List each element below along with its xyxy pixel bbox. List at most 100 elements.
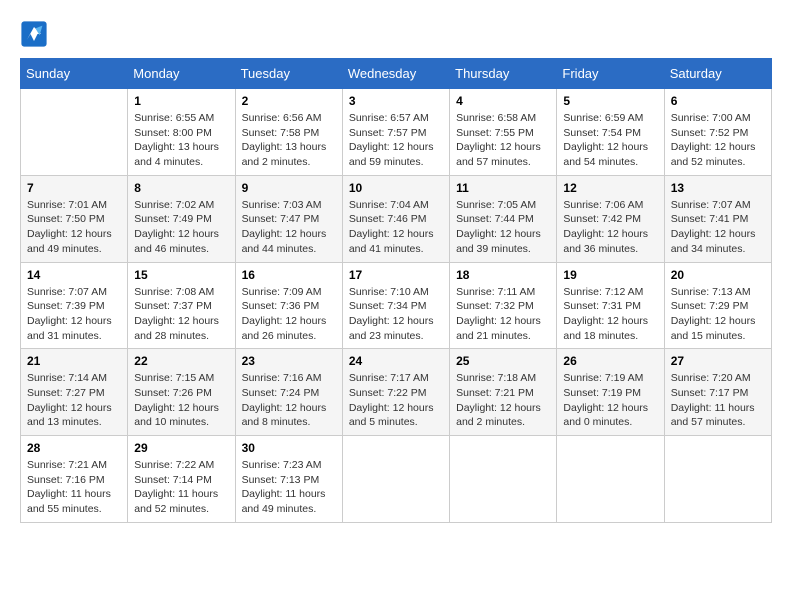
day-info: Sunrise: 6:56 AM Sunset: 7:58 PM Dayligh… [242, 111, 336, 170]
week-row-2: 7 Sunrise: 7:01 AM Sunset: 7:50 PM Daylig… [21, 175, 772, 262]
day-info: Sunrise: 7:12 AM Sunset: 7:31 PM Dayligh… [563, 285, 657, 344]
day-cell [664, 436, 771, 523]
day-cell: 11Sunrise: 7:05 AM Sunset: 7:44 PM Dayli… [450, 175, 557, 262]
day-info: Sunrise: 7:19 AM Sunset: 7:19 PM Dayligh… [563, 371, 657, 430]
day-header-monday: Monday [128, 59, 235, 89]
day-info: Sunrise: 7:01 AM Sunset: 7:50 PM Dayligh… [27, 198, 121, 257]
calendar-header: SundayMondayTuesdayWednesdayThursdayFrid… [21, 59, 772, 89]
header-row: SundayMondayTuesdayWednesdayThursdayFrid… [21, 59, 772, 89]
day-cell: 13 Sunrise: 7:07 AM Sunset: 7:41 PM Dayli… [664, 175, 771, 262]
day-cell: 30 Sunrise: 7:23 AM Sunset: 7:13 PM Dayli… [235, 436, 342, 523]
day-cell: 19 Sunrise: 7:12 AM Sunset: 7:31 PM Dayli… [557, 262, 664, 349]
day-info: Sunrise: 7:16 AM Sunset: 7:24 PM Dayligh… [242, 371, 336, 430]
day-info: Sunrise: 7:03 AM Sunset: 7:47 PM Dayligh… [242, 198, 336, 257]
day-info: Sunrise: 6:58 AM Sunset: 7:55 PM Dayligh… [456, 111, 550, 170]
day-cell: 14Sunrise: 7:07 AM Sunset: 7:39 PM Dayli… [21, 262, 128, 349]
day-cell [450, 436, 557, 523]
day-number: 20 [671, 268, 765, 282]
week-row-1: 1 Sunrise: 6:55 AM Sunset: 8:00 PM Daylig… [21, 89, 772, 176]
day-cell: 28Sunrise: 7:21 AM Sunset: 7:16 PM Dayli… [21, 436, 128, 523]
calendar-table: SundayMondayTuesdayWednesdayThursdayFrid… [20, 58, 772, 523]
day-info: Sunrise: 7:18 AM Sunset: 7:21 PM Dayligh… [456, 371, 550, 430]
day-info: Sunrise: 7:00 AM Sunset: 7:52 PM Dayligh… [671, 111, 765, 170]
day-cell [342, 436, 449, 523]
day-number: 25 [456, 354, 550, 368]
day-cell: 18 Sunrise: 7:11 AM Sunset: 7:32 PM Dayli… [450, 262, 557, 349]
calendar-body: 1 Sunrise: 6:55 AM Sunset: 8:00 PM Daylig… [21, 89, 772, 523]
day-header-sunday: Sunday [21, 59, 128, 89]
day-number: 4 [456, 94, 550, 108]
logo [20, 20, 52, 48]
day-info: Sunrise: 7:23 AM Sunset: 7:13 PM Dayligh… [242, 458, 336, 517]
week-row-5: 28Sunrise: 7:21 AM Sunset: 7:16 PM Dayli… [21, 436, 772, 523]
day-cell: 17 Sunrise: 7:10 AM Sunset: 7:34 PM Dayli… [342, 262, 449, 349]
day-cell: 15 Sunrise: 7:08 AM Sunset: 7:37 PM Dayli… [128, 262, 235, 349]
week-row-3: 14Sunrise: 7:07 AM Sunset: 7:39 PM Dayli… [21, 262, 772, 349]
day-cell: 22 Sunrise: 7:15 AM Sunset: 7:26 PM Dayli… [128, 349, 235, 436]
day-info: Sunrise: 7:07 AM Sunset: 7:41 PM Dayligh… [671, 198, 765, 257]
day-cell: 10Sunrise: 7:04 AM Sunset: 7:46 PM Dayli… [342, 175, 449, 262]
day-info: Sunrise: 7:20 AM Sunset: 7:17 PM Dayligh… [671, 371, 765, 430]
week-row-4: 21 Sunrise: 7:14 AM Sunset: 7:27 PM Dayli… [21, 349, 772, 436]
day-cell: 24Sunrise: 7:17 AM Sunset: 7:22 PM Dayli… [342, 349, 449, 436]
day-info: Sunrise: 7:10 AM Sunset: 7:34 PM Dayligh… [349, 285, 443, 344]
day-number: 21 [27, 354, 121, 368]
day-number: 7 [27, 181, 121, 195]
day-cell: 29 Sunrise: 7:22 AM Sunset: 7:14 PM Dayli… [128, 436, 235, 523]
day-info: Sunrise: 6:55 AM Sunset: 8:00 PM Dayligh… [134, 111, 228, 170]
day-number: 16 [242, 268, 336, 282]
day-number: 8 [134, 181, 228, 195]
logo-icon [20, 20, 48, 48]
day-info: Sunrise: 7:22 AM Sunset: 7:14 PM Dayligh… [134, 458, 228, 517]
day-cell: 23 Sunrise: 7:16 AM Sunset: 7:24 PM Dayli… [235, 349, 342, 436]
page-header [20, 20, 772, 48]
day-number: 19 [563, 268, 657, 282]
day-info: Sunrise: 7:15 AM Sunset: 7:26 PM Dayligh… [134, 371, 228, 430]
day-number: 30 [242, 441, 336, 455]
day-cell: 25 Sunrise: 7:18 AM Sunset: 7:21 PM Dayli… [450, 349, 557, 436]
day-info: Sunrise: 7:08 AM Sunset: 7:37 PM Dayligh… [134, 285, 228, 344]
day-number: 27 [671, 354, 765, 368]
day-info: Sunrise: 7:13 AM Sunset: 7:29 PM Dayligh… [671, 285, 765, 344]
day-number: 1 [134, 94, 228, 108]
day-number: 15 [134, 268, 228, 282]
day-info: Sunrise: 7:06 AM Sunset: 7:42 PM Dayligh… [563, 198, 657, 257]
day-number: 13 [671, 181, 765, 195]
day-info: Sunrise: 7:11 AM Sunset: 7:32 PM Dayligh… [456, 285, 550, 344]
day-number: 11 [456, 181, 550, 195]
day-info: Sunrise: 7:02 AM Sunset: 7:49 PM Dayligh… [134, 198, 228, 257]
day-cell [21, 89, 128, 176]
day-header-friday: Friday [557, 59, 664, 89]
day-number: 6 [671, 94, 765, 108]
day-cell: 7 Sunrise: 7:01 AM Sunset: 7:50 PM Daylig… [21, 175, 128, 262]
day-number: 14 [27, 268, 121, 282]
day-header-wednesday: Wednesday [342, 59, 449, 89]
day-number: 12 [563, 181, 657, 195]
day-cell: 4 Sunrise: 6:58 AM Sunset: 7:55 PM Daylig… [450, 89, 557, 176]
day-cell: 3Sunrise: 6:57 AM Sunset: 7:57 PM Daylig… [342, 89, 449, 176]
day-info: Sunrise: 6:57 AM Sunset: 7:57 PM Dayligh… [349, 111, 443, 170]
day-header-thursday: Thursday [450, 59, 557, 89]
day-cell: 21 Sunrise: 7:14 AM Sunset: 7:27 PM Dayli… [21, 349, 128, 436]
day-number: 24 [349, 354, 443, 368]
day-number: 9 [242, 181, 336, 195]
day-header-saturday: Saturday [664, 59, 771, 89]
day-number: 17 [349, 268, 443, 282]
day-cell: 27 Sunrise: 7:20 AM Sunset: 7:17 PM Dayli… [664, 349, 771, 436]
day-number: 22 [134, 354, 228, 368]
day-cell [557, 436, 664, 523]
day-cell: 12 Sunrise: 7:06 AM Sunset: 7:42 PM Dayli… [557, 175, 664, 262]
day-cell: 2Sunrise: 6:56 AM Sunset: 7:58 PM Daylig… [235, 89, 342, 176]
day-number: 29 [134, 441, 228, 455]
day-cell: 5Sunrise: 6:59 AM Sunset: 7:54 PM Daylig… [557, 89, 664, 176]
day-cell: 1 Sunrise: 6:55 AM Sunset: 8:00 PM Daylig… [128, 89, 235, 176]
day-number: 23 [242, 354, 336, 368]
day-header-tuesday: Tuesday [235, 59, 342, 89]
day-info: Sunrise: 6:59 AM Sunset: 7:54 PM Dayligh… [563, 111, 657, 170]
day-info: Sunrise: 7:14 AM Sunset: 7:27 PM Dayligh… [27, 371, 121, 430]
day-number: 18 [456, 268, 550, 282]
day-info: Sunrise: 7:09 AM Sunset: 7:36 PM Dayligh… [242, 285, 336, 344]
day-number: 10 [349, 181, 443, 195]
day-cell: 8 Sunrise: 7:02 AM Sunset: 7:49 PM Daylig… [128, 175, 235, 262]
day-info: Sunrise: 7:21 AM Sunset: 7:16 PM Dayligh… [27, 458, 121, 517]
